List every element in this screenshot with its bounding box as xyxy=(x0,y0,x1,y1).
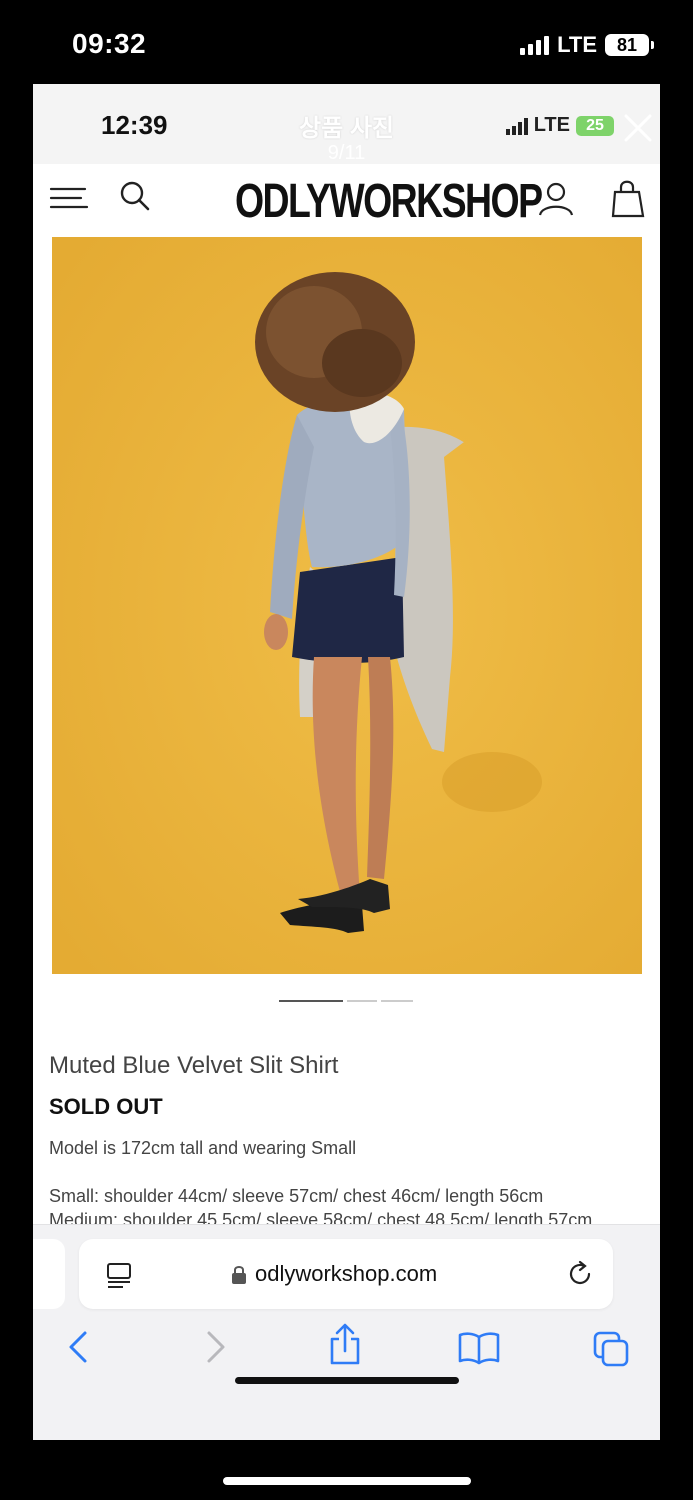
carousel-dot-active[interactable] xyxy=(279,1000,343,1002)
previous-tab-preview[interactable] xyxy=(33,1239,65,1309)
inner-battery-icon: 25 xyxy=(576,115,614,136)
size-small: Small: shoulder 44cm/ sleeve 57cm/ chest… xyxy=(49,1186,544,1206)
inner-status-indicators: LTE 25 xyxy=(505,114,614,137)
model-photo xyxy=(52,237,642,974)
network-label: LTE xyxy=(557,32,597,57)
close-icon[interactable] xyxy=(620,110,656,146)
outer-clock: 09:32 xyxy=(72,28,147,59)
lock-icon xyxy=(232,1266,246,1284)
address-bar[interactable]: odlyworkshop.com xyxy=(79,1239,613,1309)
battery-icon: 81 xyxy=(605,34,654,56)
outer-status-indicators: LTE 81 xyxy=(520,32,654,58)
inner-network-label: LTE xyxy=(533,114,570,136)
viewer-counter: 9/11 xyxy=(327,142,366,164)
url-text[interactable]: odlyworkshop.com xyxy=(255,1261,437,1287)
browser-bottom-bar: odlyworkshop.com xyxy=(33,1224,660,1440)
site-logo[interactable]: ODLYWORKSHOP xyxy=(235,174,543,229)
carousel-dot[interactable] xyxy=(381,1000,413,1002)
outer-home-indicator xyxy=(223,1477,471,1485)
inner-signal-icon xyxy=(505,117,528,135)
back-icon[interactable] xyxy=(65,1329,93,1365)
inner-status-bar: 12:39 상품 사진 9/11 LTE 25 xyxy=(33,84,660,164)
tabs-icon[interactable] xyxy=(591,1329,631,1369)
model-info: Model is 172cm tall and wearing Small xyxy=(49,1138,357,1158)
bookmarks-icon[interactable] xyxy=(457,1331,501,1365)
reload-icon[interactable] xyxy=(567,1260,595,1288)
reader-icon[interactable] xyxy=(105,1261,133,1289)
outer-status-bar: 09:32 LTE 81 xyxy=(0,0,693,84)
product-name: Muted Blue Velvet Slit Shirt xyxy=(49,1052,339,1079)
account-icon[interactable] xyxy=(537,180,575,218)
menu-icon[interactable] xyxy=(49,178,89,218)
photo-viewer: 12:39 상품 사진 9/11 LTE 25 ODLYWORKSHOP Mut… xyxy=(33,84,660,1440)
carousel-indicator[interactable] xyxy=(279,1000,413,1002)
site-header: ODLYWORKSHOP xyxy=(33,164,660,236)
inner-home-indicator xyxy=(235,1377,459,1384)
stock-status: SOLD OUT xyxy=(49,1094,163,1119)
signal-icon xyxy=(520,35,550,55)
search-icon[interactable] xyxy=(117,178,153,214)
share-icon[interactable] xyxy=(327,1323,363,1367)
product-image[interactable] xyxy=(52,237,642,974)
carousel-dot[interactable] xyxy=(347,1000,377,1002)
bag-icon[interactable] xyxy=(609,178,647,218)
forward-icon[interactable] xyxy=(201,1329,229,1365)
